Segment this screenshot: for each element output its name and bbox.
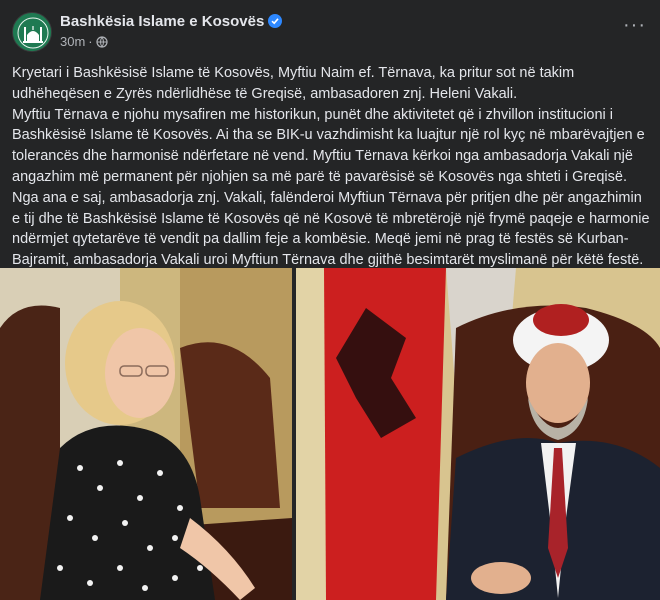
post-photos [0,268,660,600]
post-paragraph: Kryetari i Bashkësisë Islame të Kosovës,… [12,65,575,102]
more-options-icon[interactable]: ··· [623,15,646,35]
photo-ambassador-image [0,268,292,600]
page-name-link[interactable]: Bashkësia Islame e Kosovës [60,13,264,30]
page-avatar[interactable] [12,12,52,52]
page-name-line: Bashkësia Islame e Kosovës [60,13,283,30]
post-header: Bashkësia Islame e Kosovës 30m · ··· [0,0,660,56]
verified-badge-icon [268,14,283,28]
post-paragraph: Myftiu Tërnava e njohu mysafiren me hist… [12,106,645,185]
post-timestamp[interactable]: 30m [60,34,85,49]
post-text: Kryetari i Bashkësisë Islame të Kosovës,… [12,63,652,271]
mosque-logo-icon [13,13,51,51]
post-photo-ambassador[interactable] [0,268,292,600]
photo-mufti-image [296,268,660,600]
post-paragraph: Nga ana e saj, ambasadorja znj. Vakali, … [12,189,650,269]
globe-icon[interactable] [96,36,108,51]
post-meta: 30m · [60,34,108,51]
meta-separator: · [88,34,93,49]
post-photo-mufti[interactable] [296,268,660,600]
